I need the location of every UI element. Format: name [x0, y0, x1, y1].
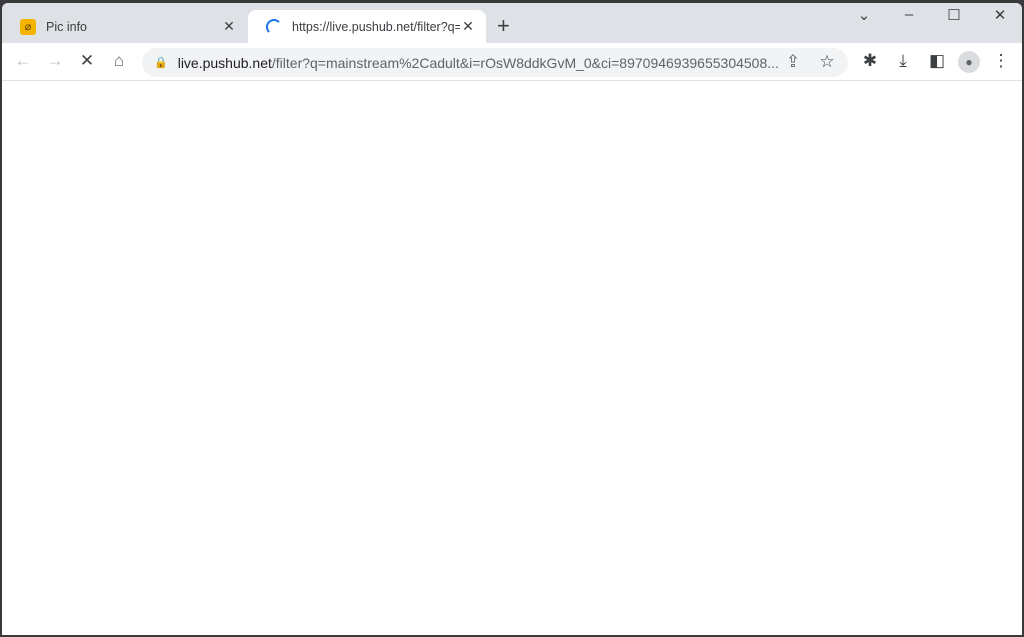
- download-icon[interactable]: ⤓: [892, 51, 914, 71]
- window-close-button[interactable]: ✕: [980, 6, 1020, 24]
- tab-strip: ⌀ Pic info ✕ https://live.pushub.net/fil…: [2, 3, 1022, 43]
- tab-search-button[interactable]: ⌄: [844, 6, 884, 24]
- profile-avatar[interactable]: ●: [958, 51, 980, 73]
- url-path: /filter?q=mainstream%2Cadult&i=rOsW8ddkG…: [271, 54, 779, 71]
- menu-icon[interactable]: ⋮: [990, 51, 1012, 71]
- tab-title: Pic info: [46, 19, 87, 34]
- toolbar: ← → ✕ ⌂ 🔒 live.pushub.net/filter?q=mains…: [2, 43, 1022, 81]
- new-tab-button[interactable]: +: [497, 13, 510, 39]
- minimize-button[interactable]: –: [889, 6, 929, 23]
- share-icon[interactable]: ⇪: [782, 52, 804, 72]
- maximize-button[interactable]: ☐: [934, 6, 974, 24]
- tab-title: https://live.pushub.net/filter?q=m: [292, 19, 460, 34]
- home-button[interactable]: ⌂: [108, 51, 130, 71]
- stop-button[interactable]: ✕: [76, 51, 98, 71]
- tab-close-icon[interactable]: ✕: [221, 18, 237, 35]
- address-bar[interactable]: 🔒 live.pushub.net/filter?q=mainstream%2C…: [142, 48, 848, 77]
- pic-info-favicon-icon: ⌀: [20, 18, 36, 35]
- back-button[interactable]: ←: [12, 51, 34, 71]
- page-content: [2, 81, 1022, 635]
- tab-active[interactable]: https://live.pushub.net/filter?q=m ✕: [248, 10, 486, 43]
- url-host: live.pushub.net: [177, 54, 272, 71]
- bookmark-star-icon[interactable]: ☆: [816, 52, 838, 72]
- tab-pic-info[interactable]: ⌀ Pic info ✕: [2, 10, 247, 43]
- extensions-icon[interactable]: ✱: [859, 51, 881, 71]
- loading-spinner-icon: [266, 18, 282, 35]
- forward-button[interactable]: →: [44, 51, 66, 71]
- lock-icon[interactable]: 🔒: [154, 56, 168, 69]
- browser-window: ⌀ Pic info ✕ https://live.pushub.net/fil…: [2, 3, 1022, 635]
- side-panel-icon[interactable]: ◧: [926, 51, 948, 71]
- tab-close-icon[interactable]: ✕: [460, 18, 476, 35]
